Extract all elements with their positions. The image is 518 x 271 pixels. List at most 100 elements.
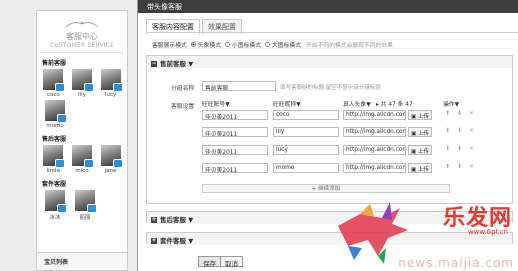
suite-header[interactable]: + 套件客服 ▼ — [147, 233, 512, 245]
avatar-photo — [43, 69, 66, 92]
wangwang-icon — [55, 83, 66, 92]
upload-button[interactable]: ▣ 上传 — [408, 127, 432, 137]
move-up-icon[interactable]: ⬆ — [445, 145, 450, 152]
radio-small-icon-mode[interactable] — [225, 42, 230, 47]
col-operation: 操作▼ — [443, 102, 460, 108]
group-title-suite: 套件客服 — [42, 181, 67, 188]
nickname-input[interactable]: lily — [273, 127, 339, 137]
delete-icon[interactable]: ✕ — [469, 163, 474, 170]
delete-icon[interactable]: ✕ — [469, 110, 474, 117]
customer-service-preview: 客服中心 CUSTOMER SERVICE 售前客服 coco lily luc… — [36, 10, 128, 271]
upload-button[interactable]: ▣ 上传 — [408, 163, 432, 173]
agent-name: lucy — [104, 92, 117, 98]
expand-icon[interactable]: + — [151, 238, 157, 244]
move-down-icon[interactable]: ⬇ — [457, 110, 462, 117]
image-icon: ▣ — [411, 131, 417, 137]
after-sales-header[interactable]: + 售后客服 ▼ — [147, 212, 512, 224]
row-count: ▸ 共 47 条 47 — [376, 102, 413, 108]
agent-name: linda — [46, 168, 61, 174]
group-title-pre-sales: 售前客服 — [42, 60, 67, 67]
display-mode-row: 客服展示模式 头象模式 小图标模式 大图标模式 开启不同的模式会展现不同的效果 — [152, 40, 393, 49]
avatar-url-input[interactable]: http://img.alicdn.com — [343, 145, 406, 155]
upload-label: 上传 — [417, 114, 429, 120]
avatar-row: coco lily lucy — [37, 69, 127, 98]
avatar-url-input[interactable]: http://img.alicdn.com — [343, 110, 406, 120]
upload-button[interactable]: ▣ 上传 — [408, 145, 432, 155]
agent-avatar[interactable]: jane — [99, 145, 123, 174]
move-down-icon[interactable]: ⬇ — [457, 163, 462, 170]
account-input[interactable]: 佳贝美2011 — [202, 145, 268, 155]
collapse-icon[interactable]: − — [151, 61, 157, 67]
avatar-url-input[interactable]: http://img.alicdn.com — [343, 127, 406, 137]
wangwang-icon — [87, 204, 97, 213]
radio-large-icon-mode-label: 大图标模式 — [272, 43, 301, 49]
col-account: 旺旺账号▼ — [202, 102, 230, 108]
agent-name: lily — [78, 92, 86, 98]
group-name-input[interactable]: 售前客服 — [202, 81, 276, 91]
agent-avatar[interactable]: coco — [41, 69, 66, 98]
pre-sales-header[interactable]: − 售前客服 ▼ — [147, 56, 512, 68]
group-name-label: 分组名称 — [171, 86, 195, 92]
agent-avatar[interactable]: linda — [41, 145, 66, 174]
avatar-row: 冰冰 丽丽 — [37, 190, 127, 221]
wangwang-icon — [112, 83, 123, 92]
wangwang-icon — [55, 159, 66, 168]
account-input[interactable]: 佳贝美2011 — [202, 110, 268, 120]
avatar-photo — [45, 190, 67, 213]
add-more-button[interactable]: + 继续添加 — [202, 184, 450, 193]
display-mode-hint: 开启不同的模式会展现不同的效果 — [306, 43, 393, 49]
cancel-button[interactable]: 取消 — [220, 256, 243, 268]
radio-small-icon-mode-label: 小图标模式 — [232, 43, 261, 49]
move-up-icon[interactable]: ⬆ — [445, 163, 450, 170]
avatar-url-input[interactable]: http://img.alicdn.com — [343, 163, 406, 173]
save-button[interactable]: 保存 — [198, 256, 221, 268]
agent-name: 冰冰 — [49, 215, 61, 221]
avatar-row: linda mico jane — [37, 145, 127, 174]
nickname-input[interactable]: coco — [273, 110, 339, 120]
cs-title-cn: 客服中心 — [66, 32, 98, 41]
pre-sales-title: 售前客服 ▼ — [160, 60, 194, 68]
agent-avatar[interactable]: 丽丽 — [73, 190, 97, 221]
move-up-icon[interactable]: ⬆ — [445, 110, 450, 117]
nickname-input[interactable]: momo — [273, 163, 339, 173]
move-up-icon[interactable]: ⬆ — [445, 127, 450, 134]
delete-icon[interactable]: ✕ — [469, 127, 474, 134]
agent-avatar[interactable]: mico — [70, 145, 94, 174]
upload-button[interactable]: ▣ 上传 — [408, 110, 432, 120]
item-list-tab[interactable]: 宝贝列表 — [37, 252, 127, 270]
group-title-after-sales: 售后客服 — [42, 136, 67, 143]
radio-avatar-mode[interactable] — [190, 42, 196, 47]
avatar-photo — [75, 190, 97, 213]
group-name-hint: 填写客服组的标题,留空不显示该分组标题 — [280, 85, 381, 91]
agent-avatar[interactable]: momo — [43, 100, 67, 129]
expand-icon[interactable]: + — [151, 217, 157, 223]
nickname-input[interactable]: lucy — [273, 145, 339, 155]
display-mode-label: 客服展示模式 — [152, 43, 187, 49]
image-icon: ▣ — [411, 167, 417, 173]
upload-label: 上传 — [417, 167, 429, 173]
settings-label: 客服设置 — [171, 104, 195, 110]
after-sales-section: + 售后客服 ▼ — [146, 211, 513, 224]
cs-title-en: CUSTOMER SERVICE — [49, 42, 115, 49]
avatar-photo — [71, 145, 94, 168]
agent-avatar[interactable]: 冰冰 — [43, 190, 67, 221]
account-input[interactable]: 佳贝美2011 — [202, 163, 268, 173]
dialog-title: 带头像客服 — [138, 0, 518, 13]
agent-avatar[interactable]: lily — [70, 69, 94, 98]
col-nickname: 旺旺昵称▼ — [273, 102, 301, 108]
account-input[interactable]: 佳贝美2011 — [202, 127, 268, 137]
image-icon: ▣ — [411, 114, 417, 120]
divider — [41, 52, 123, 53]
agent-name: mico — [75, 168, 89, 174]
wangwang-icon — [57, 114, 67, 123]
suite-section: + 套件客服 ▼ — [146, 232, 513, 245]
move-down-icon[interactable]: ⬇ — [457, 127, 462, 134]
agent-name: jane — [104, 168, 117, 174]
delete-icon[interactable]: ✕ — [469, 145, 474, 152]
avatar-photo — [71, 69, 94, 92]
radio-large-icon-mode[interactable] — [265, 42, 270, 47]
agent-name: 丽丽 — [79, 215, 91, 221]
move-down-icon[interactable]: ⬇ — [457, 145, 462, 152]
agent-avatar[interactable]: lucy — [99, 69, 123, 98]
avatar-photo — [45, 100, 67, 123]
